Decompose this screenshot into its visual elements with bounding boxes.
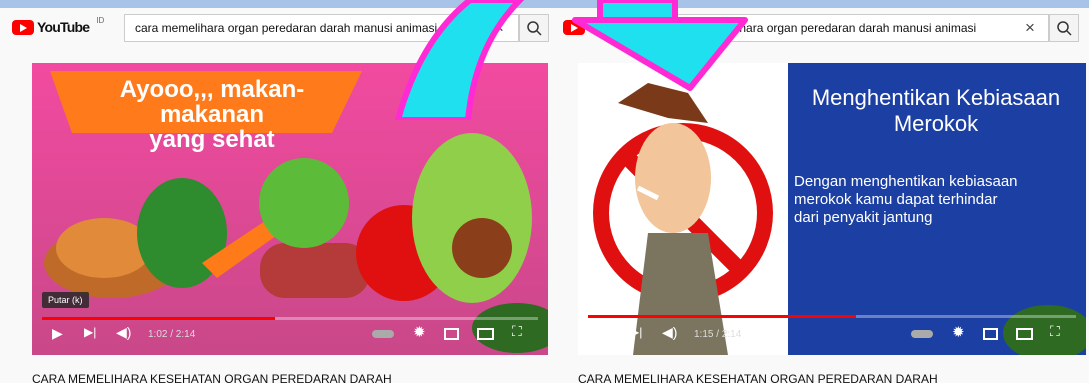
video-player[interactable]: Menghentikan Kebiasaan Merokok Dengan me… bbox=[578, 63, 1086, 355]
search-input[interactable]: cara memelihara organ peredaran darah ma… bbox=[124, 14, 519, 42]
clear-icon[interactable]: × bbox=[1020, 18, 1040, 38]
country-code: ID bbox=[647, 16, 656, 25]
time-display: 1:02 / 2:14 bbox=[148, 329, 196, 340]
youtube-logo-icon bbox=[12, 19, 34, 35]
masthead: YouTube ID cara memelihara organ peredar… bbox=[0, 8, 553, 46]
youtube-wordmark: YouTube bbox=[37, 19, 90, 35]
youtube-logo-icon bbox=[563, 19, 585, 35]
masthead: YouTube ID cara memelihara organ peredar… bbox=[553, 8, 1089, 46]
miniplayer-icon[interactable] bbox=[983, 328, 998, 340]
volume-icon[interactable]: ◀) bbox=[662, 324, 677, 341]
next-icon[interactable]: ▶| bbox=[84, 325, 96, 339]
search-icon bbox=[527, 21, 542, 36]
youtube-logo[interactable]: YouTube ID bbox=[563, 16, 656, 35]
theater-icon[interactable] bbox=[477, 328, 494, 340]
banner-line-1: Ayooo,,, makan-makanan bbox=[119, 76, 305, 128]
video-player[interactable]: Ayooo,,, makan-makanan yang sehat Putar … bbox=[32, 63, 548, 355]
heading-line-2: Merokok bbox=[893, 111, 979, 136]
play-icon[interactable]: ▶ bbox=[52, 325, 63, 342]
play-tooltip: Putar (k) bbox=[42, 292, 89, 308]
settings-icon[interactable]: ✹ bbox=[413, 323, 426, 341]
player-controls: ▶ ▶| ◀) 1:15 / 2:14 ✹ ⛶ bbox=[578, 311, 1086, 355]
theater-icon[interactable] bbox=[1016, 328, 1033, 340]
body-line-3: dari penyakit jantung bbox=[794, 209, 933, 226]
left-browser-panel: YouTube ID cara memelihara organ peredar… bbox=[0, 8, 553, 383]
settings-icon[interactable]: ✹ bbox=[952, 323, 965, 341]
search-query: cara memelihara organ peredaran darah ma… bbox=[135, 21, 438, 35]
volume-icon[interactable]: ◀) bbox=[116, 324, 131, 341]
heading-line-1: Menghentikan Kebiasaan bbox=[811, 85, 1061, 110]
player-controls: ▶ ▶| ◀) 1:02 / 2:14 ✹ ⛶ bbox=[32, 311, 548, 355]
search-input[interactable]: cara memelihara organ peredaran darah ma… bbox=[663, 14, 1049, 42]
time-display: 1:15 / 2:14 bbox=[694, 329, 742, 340]
body-line-2: merokok kamu dapat terhindar bbox=[794, 191, 998, 208]
body-line-1: Dengan menghentikan kebiasaan bbox=[794, 173, 1018, 190]
autoplay-toggle-icon[interactable] bbox=[372, 330, 394, 338]
next-icon[interactable]: ▶| bbox=[630, 325, 642, 339]
youtube-wordmark: YouTube bbox=[588, 19, 641, 35]
miniplayer-icon[interactable] bbox=[444, 328, 459, 340]
right-browser-panel: YouTube ID cara memelihara organ peredar… bbox=[553, 8, 1089, 383]
country-code: ID bbox=[96, 16, 105, 25]
video-heading: Menghentikan Kebiasaan Merokok bbox=[790, 85, 1082, 137]
video-title[interactable]: CARA MEMELIHARA KESEHATAN ORGAN PEREDARA… bbox=[32, 372, 392, 383]
search-icon bbox=[1057, 21, 1072, 36]
video-body-text: Dengan menghentikan kebiasaan merokok ka… bbox=[794, 173, 1018, 227]
play-icon[interactable]: ▶ bbox=[598, 325, 609, 342]
search-button[interactable] bbox=[1049, 14, 1079, 42]
video-banner: Ayooo,,, makan-makanan yang sehat bbox=[82, 77, 342, 152]
search-button[interactable] bbox=[519, 14, 549, 42]
youtube-logo[interactable]: YouTube ID bbox=[12, 16, 105, 35]
fullscreen-icon[interactable]: ⛶ bbox=[512, 323, 522, 340]
clear-icon[interactable]: × bbox=[489, 18, 509, 38]
search-query: cara memelihara organ peredaran darah ma… bbox=[674, 21, 977, 35]
autoplay-toggle-icon[interactable] bbox=[911, 330, 933, 338]
video-title[interactable]: CARA MEMELIHARA KESEHATAN ORGAN PEREDARA… bbox=[578, 372, 938, 383]
fullscreen-icon[interactable]: ⛶ bbox=[1050, 323, 1060, 340]
banner-line-2: yang sehat bbox=[149, 126, 275, 153]
